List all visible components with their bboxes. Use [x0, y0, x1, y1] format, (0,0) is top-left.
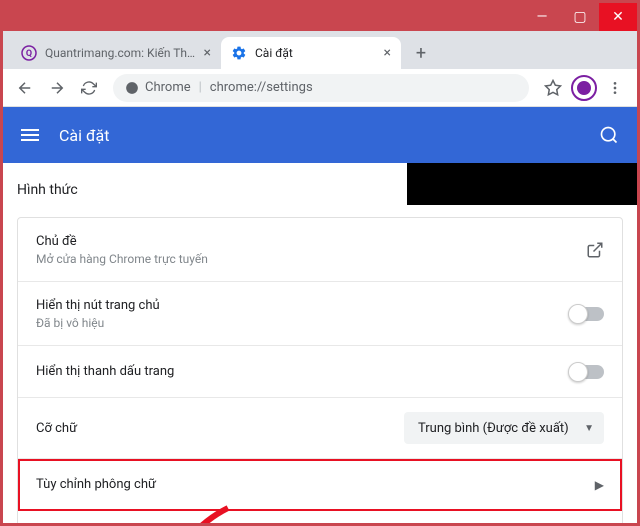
- font-size-value: Trung bình (Được đề xuất): [418, 421, 569, 436]
- tab-quantrimang[interactable]: Q Quantrimang.com: Kiến Thức ×: [11, 37, 221, 69]
- tab-title: Cài đặt: [255, 46, 378, 60]
- theme-title: Chủ đề: [36, 234, 586, 249]
- tab-strip: Q Quantrimang.com: Kiến Thức × Cài đặt ×…: [3, 31, 637, 69]
- menu-button[interactable]: [601, 74, 629, 102]
- tab-title: Quantrimang.com: Kiến Thức: [45, 46, 198, 60]
- home-button-title: Hiển thị nút trang chủ: [36, 298, 570, 313]
- favicon-quantrimang-icon: Q: [21, 45, 37, 61]
- reload-button[interactable]: [75, 74, 103, 102]
- custom-fonts-row[interactable]: Tùy chỉnh phông chữ ▶: [18, 459, 622, 511]
- bookmarks-bar-row: Hiển thị thanh dấu trang: [18, 346, 622, 398]
- separator: |: [199, 80, 202, 95]
- window-close-button[interactable]: ✕: [599, 3, 637, 31]
- site-label: Chrome: [145, 80, 191, 95]
- chevron-right-icon: ▶: [595, 478, 604, 492]
- theme-row[interactable]: Chủ đề Mở cửa hàng Chrome trực tuyến: [18, 218, 622, 282]
- section-heading-row: Hình thức: [17, 175, 623, 205]
- hamburger-menu-icon[interactable]: [21, 129, 39, 141]
- site-info-icon[interactable]: Chrome: [125, 80, 191, 95]
- theme-subtitle: Mở cửa hàng Chrome trực tuyến: [36, 252, 586, 266]
- section-heading: Hình thức: [17, 182, 407, 198]
- page-zoom-row: Thu phóng trang 100% ▼: [18, 511, 622, 523]
- profile-avatar-button[interactable]: [571, 75, 597, 101]
- tab-settings[interactable]: Cài đặt ×: [221, 37, 401, 69]
- settings-search-icon[interactable]: [599, 125, 619, 145]
- custom-fonts-title: Tùy chỉnh phông chữ: [36, 477, 595, 492]
- settings-header: Cài đặt: [3, 107, 637, 163]
- url-text: chrome://settings: [210, 80, 313, 95]
- address-bar[interactable]: Chrome | chrome://settings: [113, 74, 529, 102]
- bookmark-star-icon[interactable]: [539, 74, 567, 102]
- home-button-subtitle: Đã bị vô hiệu: [36, 316, 570, 330]
- back-button[interactable]: [11, 74, 39, 102]
- font-size-title: Cỡ chữ: [36, 421, 404, 436]
- forward-button[interactable]: [43, 74, 71, 102]
- bookmarks-bar-toggle[interactable]: [570, 365, 604, 379]
- browser-toolbar: Chrome | chrome://settings: [3, 69, 637, 107]
- new-tab-button[interactable]: +: [407, 39, 435, 67]
- window-minimize-button[interactable]: —: [523, 3, 561, 31]
- favicon-settings-icon: [231, 45, 247, 61]
- appearance-card: Chủ đề Mở cửa hàng Chrome trực tuyến Hiể…: [17, 217, 623, 523]
- bookmarks-bar-title: Hiển thị thanh dấu trang: [36, 364, 570, 379]
- font-size-select[interactable]: Trung bình (Được đề xuất) ▼: [404, 412, 604, 444]
- font-size-row: Cỡ chữ Trung bình (Được đề xuất) ▼: [18, 398, 622, 459]
- svg-text:Q: Q: [26, 49, 32, 59]
- tab-close-icon[interactable]: ×: [204, 45, 211, 61]
- window-titlebar: — ▢ ✕: [3, 3, 637, 31]
- tab-close-icon[interactable]: ×: [384, 45, 391, 61]
- home-button-toggle[interactable]: [570, 307, 604, 321]
- redacted-region: [407, 163, 637, 205]
- settings-title: Cài đặt: [59, 126, 599, 145]
- caret-down-icon: ▼: [584, 423, 594, 434]
- external-link-icon: [586, 241, 604, 259]
- home-button-row: Hiển thị nút trang chủ Đã bị vô hiệu: [18, 282, 622, 346]
- settings-content: Hình thức Chủ đề Mở cửa hàng Chrome trực…: [3, 163, 637, 523]
- window-maximize-button[interactable]: ▢: [561, 3, 599, 31]
